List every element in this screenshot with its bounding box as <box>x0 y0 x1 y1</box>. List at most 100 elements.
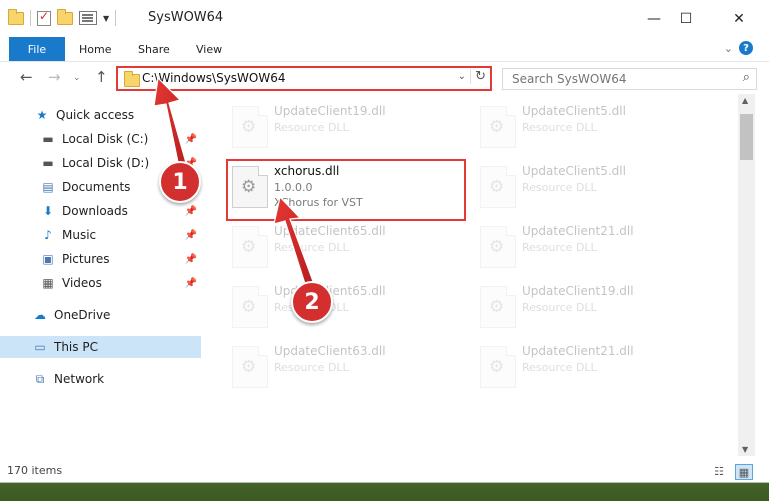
refresh-icon[interactable]: ↻ <box>470 69 486 84</box>
cloud-icon: ☁ <box>34 308 46 322</box>
file-item[interactable]: UpdateClient5.dll Resource DLL <box>476 160 706 212</box>
file-name: UpdateClient21.dll <box>522 224 634 238</box>
pin-icon[interactable]: 📌 <box>185 206 197 217</box>
sidebar-item-label: Network <box>54 372 105 386</box>
sidebar-item-downloads[interactable]: ⬇ Downloads 📌 <box>0 200 201 222</box>
large-icons-view-icon[interactable]: ▦ <box>735 464 753 480</box>
file-highlight-box <box>226 159 466 221</box>
sidebar-item-this-pc[interactable]: ▭ This PC <box>0 336 201 358</box>
pin-icon[interactable]: 📌 <box>185 230 197 241</box>
dll-file-icon <box>480 226 516 268</box>
file-name: UpdateClient5.dll <box>522 104 626 118</box>
dll-file-icon <box>480 346 516 388</box>
tab-view[interactable]: View <box>196 37 222 61</box>
file-name: UpdateClient19.dll <box>522 284 634 298</box>
sidebar-item-label: Videos <box>62 276 102 290</box>
view-properties-icon[interactable] <box>79 11 97 25</box>
file-name: UpdateClient65.dll <box>274 224 386 238</box>
status-bar: 170 items ☷ ▦ <box>0 460 769 482</box>
documents-icon: ▤ <box>42 180 54 194</box>
sidebar-item-quick-access[interactable]: ★ Quick access <box>0 104 201 126</box>
file-description: Resource DLL <box>274 121 349 134</box>
ribbon-tabs: File Home Share View ⌄ ? <box>0 37 769 62</box>
download-icon: ⬇ <box>42 204 54 218</box>
file-item[interactable]: UpdateClient21.dll Resource DLL <box>476 340 706 392</box>
new-folder-icon[interactable] <box>57 8 73 25</box>
pin-icon[interactable]: 📌 <box>185 134 197 145</box>
file-item[interactable]: UpdateClient65.dll Resource DLL <box>228 220 458 272</box>
scroll-down-icon[interactable]: ▼ <box>742 445 748 454</box>
address-path[interactable]: C:\Windows\SysWOW64 <box>142 71 286 85</box>
pin-icon[interactable]: 📌 <box>185 254 197 265</box>
expand-ribbon-icon[interactable]: ⌄ <box>724 42 733 55</box>
dll-file-icon <box>232 286 268 328</box>
sidebar-item-videos[interactable]: ▦ Videos 📌 <box>0 272 201 294</box>
window-title: SysWOW64 <box>148 10 224 25</box>
dll-file-icon <box>232 226 268 268</box>
file-item[interactable]: UpdateClient5.dll Resource DLL <box>476 100 706 152</box>
scrollbar-thumb[interactable] <box>740 114 753 160</box>
tab-share[interactable]: Share <box>138 37 170 61</box>
sidebar-item-label: This PC <box>54 340 98 354</box>
search-icon[interactable]: ⌕ <box>743 70 750 85</box>
search-box[interactable]: ⌕ <box>502 68 757 90</box>
drive-icon: ▬ <box>42 156 54 170</box>
details-view-icon[interactable]: ☷ <box>711 464 727 478</box>
sidebar-item-label: Pictures <box>62 252 110 266</box>
folder-icon <box>8 8 24 25</box>
vertical-scrollbar[interactable]: ▲ ▼ <box>738 94 755 456</box>
file-item[interactable]: UpdateClient65.dll Resource DLL <box>228 280 458 332</box>
sidebar-item-network[interactable]: ⧉ Network <box>0 368 201 390</box>
up-icon[interactable]: ↑ <box>95 68 108 86</box>
sidebar-item-label: Downloads <box>62 204 128 218</box>
back-icon[interactable]: ← <box>20 68 33 86</box>
sidebar-item-label: Documents <box>62 180 131 194</box>
sidebar-item-onedrive[interactable]: ☁ OneDrive <box>0 304 201 326</box>
search-input[interactable] <box>510 69 714 89</box>
drive-icon: ▬ <box>42 132 54 146</box>
step-badge-1: 1 <box>159 161 201 203</box>
properties-check-icon[interactable] <box>37 9 51 26</box>
tab-home[interactable]: Home <box>79 37 111 61</box>
quick-access-toolbar: ▼ <box>8 8 117 26</box>
sidebar-item-local-disk-c[interactable]: ▬ Local Disk (C:) 📌 <box>0 128 201 150</box>
file-item[interactable]: UpdateClient19.dll Resource DLL <box>476 280 706 332</box>
scroll-up-icon[interactable]: ▲ <box>742 96 748 105</box>
help-icon[interactable]: ? <box>739 41 753 55</box>
close-button[interactable]: ✕ <box>716 0 762 37</box>
file-list: UpdateClient19.dll Resource DLL UpdateCl… <box>210 94 738 456</box>
sidebar-item-label: OneDrive <box>54 308 111 322</box>
maximize-button[interactable]: ☐ <box>663 0 709 37</box>
toolbar-divider <box>115 10 117 26</box>
file-description: Resource DLL <box>522 181 597 194</box>
step-badge-2: 2 <box>291 281 333 323</box>
file-description: Resource DLL <box>522 301 597 314</box>
pictures-icon: ▣ <box>42 252 54 266</box>
file-explorer-window: ▼ SysWOW64 — ☐ ✕ File Home Share View ⌄ … <box>0 0 769 483</box>
file-description: Resource DLL <box>274 361 349 374</box>
sidebar-item-label: Local Disk (D:) <box>62 156 150 170</box>
chevron-down-icon[interactable]: ⌄ <box>458 71 466 82</box>
file-name: UpdateClient21.dll <box>522 344 634 358</box>
dll-file-icon <box>232 346 268 388</box>
forward-icon[interactable]: → <box>48 68 61 86</box>
file-item[interactable]: UpdateClient63.dll Resource DLL <box>228 340 458 392</box>
title-bar: ▼ SysWOW64 — ☐ ✕ <box>0 0 769 37</box>
star-icon: ★ <box>36 108 48 122</box>
dll-file-icon <box>480 106 516 148</box>
sidebar-item-pictures[interactable]: ▣ Pictures 📌 <box>0 248 201 270</box>
file-item[interactable]: UpdateClient21.dll Resource DLL <box>476 220 706 272</box>
recent-locations-icon[interactable]: ⌄ <box>73 73 81 83</box>
navigation-pane: ★ Quick access ▬ Local Disk (C:) 📌 ▬ Loc… <box>0 97 210 456</box>
navigation-bar: ← → ⌄ ↑ C:\Windows\SysWOW64 ⌄ ↻ ⌕ <box>0 62 769 92</box>
address-bar[interactable]: C:\Windows\SysWOW64 ⌄ ↻ <box>116 66 492 91</box>
sidebar-item-music[interactable]: ♪ Music 📌 <box>0 224 201 246</box>
folder-icon <box>124 71 140 87</box>
file-description: Resource DLL <box>274 241 349 254</box>
tab-file[interactable]: File <box>9 37 65 61</box>
chevron-down-icon[interactable]: ▼ <box>103 14 109 23</box>
dll-file-icon <box>232 106 268 148</box>
file-item[interactable]: UpdateClient19.dll Resource DLL <box>228 100 458 152</box>
videos-icon: ▦ <box>42 276 54 290</box>
pin-icon[interactable]: 📌 <box>185 278 197 289</box>
